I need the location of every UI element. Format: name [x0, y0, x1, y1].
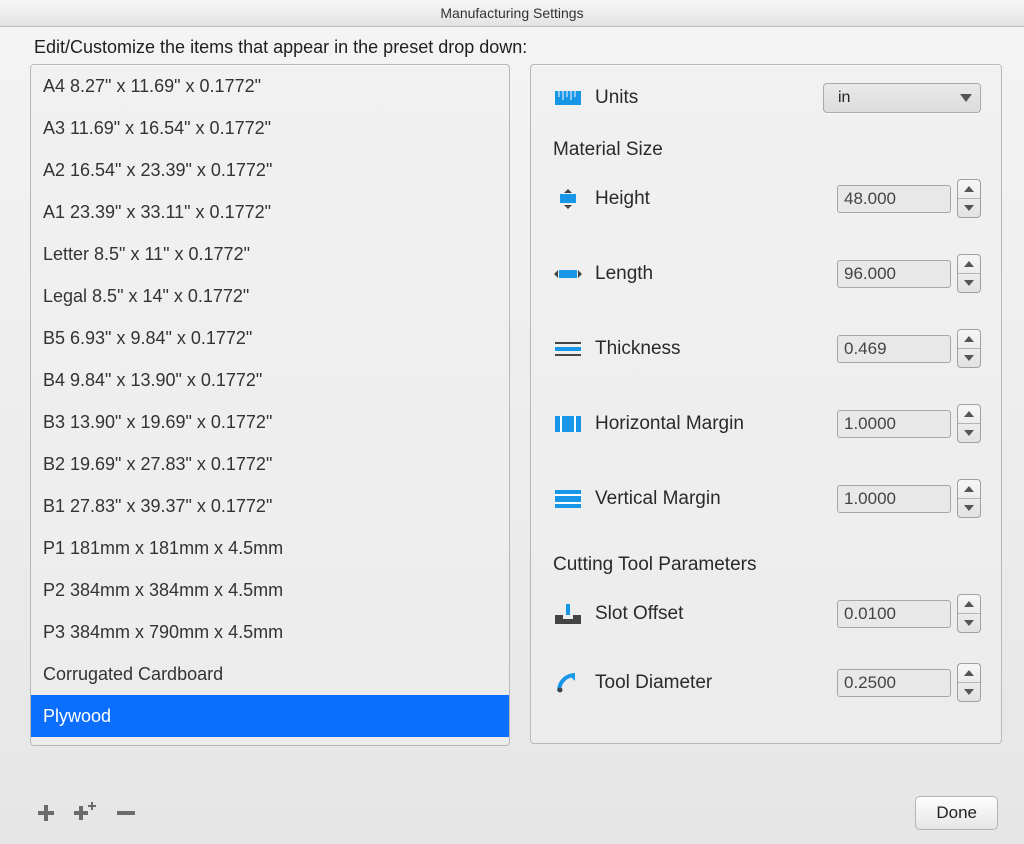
stepper-up-icon[interactable] — [958, 330, 980, 349]
stepper-up-icon[interactable] — [958, 255, 980, 274]
slot-offset-input[interactable] — [837, 600, 951, 628]
stepper-up-icon[interactable] — [958, 480, 980, 499]
hmargin-row: Horizontal Margin — [553, 404, 981, 443]
preset-item[interactable]: Letter 8.5" x 11" x 0.1772" — [31, 233, 509, 275]
material-size-heading: Material Size — [553, 139, 981, 161]
height-label: Height — [595, 188, 765, 210]
stepper-down-icon[interactable] — [958, 424, 980, 442]
preset-list-panel: A4 8.27" x 11.69" x 0.1772"A3 11.69" x 1… — [30, 64, 510, 746]
hmargin-input[interactable] — [837, 410, 951, 438]
preset-item[interactable]: P3 384mm x 790mm x 4.5mm — [31, 611, 509, 653]
height-input[interactable] — [837, 185, 951, 213]
preset-item[interactable]: B2 19.69" x 27.83" x 0.1772" — [31, 443, 509, 485]
tool-diameter-icon — [553, 672, 583, 694]
stepper-down-icon[interactable] — [958, 349, 980, 367]
slot-offset-row: Slot Offset — [553, 594, 981, 633]
horizontal-margin-icon — [553, 413, 583, 435]
preset-item[interactable]: Legal 8.5" x 14" x 0.1772" — [31, 275, 509, 317]
window-title: Manufacturing Settings — [0, 0, 1024, 27]
preset-item[interactable]: A2 16.54" x 23.39" x 0.1772" — [31, 149, 509, 191]
slot-offset-stepper[interactable] — [957, 594, 981, 633]
preset-item[interactable]: B3 13.90" x 19.69" x 0.1772" — [31, 401, 509, 443]
tool-diameter-input[interactable] — [837, 669, 951, 697]
preset-item[interactable]: P2 384mm x 384mm x 4.5mm — [31, 569, 509, 611]
settings-form-panel: Units in Material Size Height — [530, 64, 1002, 744]
length-icon — [553, 263, 583, 285]
done-button[interactable]: Done — [915, 796, 998, 830]
stepper-down-icon[interactable] — [958, 199, 980, 217]
manufacturing-settings-window: Manufacturing Settings Edit/Customize th… — [0, 0, 1024, 844]
preset-item[interactable]: Corrugated Cardboard — [31, 653, 509, 695]
thickness-icon — [553, 338, 583, 360]
thickness-input[interactable] — [837, 335, 951, 363]
ruler-icon — [553, 87, 583, 109]
stepper-down-icon[interactable] — [958, 683, 980, 701]
slot-offset-icon — [553, 603, 583, 625]
remove-preset-button[interactable] — [110, 799, 142, 827]
thickness-row: Thickness — [553, 329, 981, 368]
stepper-down-icon[interactable] — [958, 614, 980, 632]
preset-item[interactable]: A1 23.39" x 33.11" x 0.1772" — [31, 191, 509, 233]
vmargin-label: Vertical Margin — [595, 488, 765, 510]
thickness-label: Thickness — [595, 338, 765, 360]
vmargin-stepper[interactable] — [957, 479, 981, 518]
height-row: Height — [553, 179, 981, 218]
vertical-margin-icon — [553, 488, 583, 510]
units-dropdown[interactable]: in — [823, 83, 981, 113]
height-icon — [553, 188, 583, 210]
preset-item[interactable]: B5 6.93" x 9.84" x 0.1772" — [31, 317, 509, 359]
chevron-down-icon — [952, 94, 980, 102]
stepper-up-icon[interactable] — [958, 180, 980, 199]
preset-item[interactable]: B4 9.84" x 13.90" x 0.1772" — [31, 359, 509, 401]
add-preset-button[interactable] — [30, 799, 62, 827]
preset-item[interactable]: A3 11.69" x 16.54" x 0.1772" — [31, 107, 509, 149]
length-input[interactable] — [837, 260, 951, 288]
stepper-down-icon[interactable] — [958, 274, 980, 292]
instruction-text: Edit/Customize the items that appear in … — [0, 27, 1024, 64]
tool-diameter-row: Tool Diameter — [553, 663, 981, 702]
content-area: A4 8.27" x 11.69" x 0.1772"A3 11.69" x 1… — [0, 64, 1024, 788]
duplicate-preset-button[interactable] — [70, 799, 102, 827]
preset-item[interactable]: Plywood — [31, 695, 509, 737]
units-value: in — [824, 89, 952, 107]
length-stepper[interactable] — [957, 254, 981, 293]
stepper-up-icon[interactable] — [958, 405, 980, 424]
tool-diameter-stepper[interactable] — [957, 663, 981, 702]
length-row: Length — [553, 254, 981, 293]
hmargin-stepper[interactable] — [957, 404, 981, 443]
stepper-down-icon[interactable] — [958, 499, 980, 517]
tool-diameter-label: Tool Diameter — [595, 672, 765, 694]
length-label: Length — [595, 263, 765, 285]
thickness-stepper[interactable] — [957, 329, 981, 368]
units-row: Units in — [553, 83, 981, 113]
hmargin-label: Horizontal Margin — [595, 413, 765, 435]
stepper-up-icon[interactable] — [958, 595, 980, 614]
stepper-up-icon[interactable] — [958, 664, 980, 683]
height-stepper[interactable] — [957, 179, 981, 218]
cutting-tool-heading: Cutting Tool Parameters — [553, 554, 981, 576]
preset-item[interactable]: A4 8.27" x 11.69" x 0.1772" — [31, 65, 509, 107]
units-label: Units — [595, 87, 765, 109]
vmargin-input[interactable] — [837, 485, 951, 513]
slot-offset-label: Slot Offset — [595, 603, 765, 625]
footer-toolbar: Done — [0, 788, 1024, 844]
vmargin-row: Vertical Margin — [553, 479, 981, 518]
preset-item[interactable]: B1 27.83" x 39.37" x 0.1772" — [31, 485, 509, 527]
preset-list[interactable]: A4 8.27" x 11.69" x 0.1772"A3 11.69" x 1… — [31, 65, 509, 745]
preset-item[interactable]: P1 181mm x 181mm x 4.5mm — [31, 527, 509, 569]
